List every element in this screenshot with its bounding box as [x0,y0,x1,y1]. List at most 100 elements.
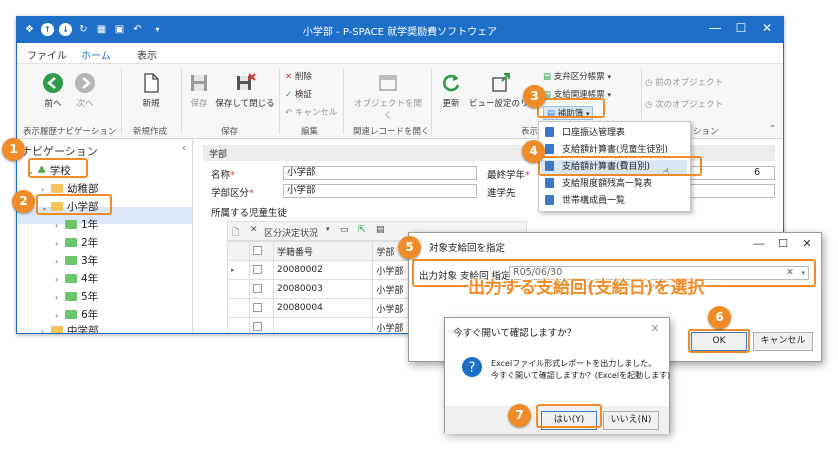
view-reset-icon [492,73,510,92]
row-select-cell[interactable] [248,260,275,280]
table-row[interactable]: 小学部 [227,317,417,333]
tree-item-grade-1[interactable]: › 1年 [55,217,98,233]
report-doc-icon [545,178,554,188]
dialog-maximize-button[interactable]: ☐ [773,237,793,250]
tree-item-grade-3[interactable]: › 3年 [55,253,98,269]
folder-icon [65,256,77,265]
grid-header-student-id[interactable]: 学籍番号 [273,241,374,261]
ribbon-separator [279,68,280,134]
confirm-close-button[interactable]: ✕ [645,322,665,335]
tree-expand-icon[interactable]: › [41,324,51,333]
student-id-cell[interactable]: 20080002 [273,260,374,280]
menu-item-calc-by-student[interactable]: 支給額計算書(児童生徒別) [545,143,668,157]
menu-item-label: 支給額計算書(児童生徒別) [562,145,669,155]
open-object-button[interactable]: オブジェクトを開く [351,72,425,121]
grid-view-icon[interactable]: ▭ [340,225,349,235]
close-button[interactable]: ✕ [755,21,779,35]
chevron-down-icon: ▾ [607,91,611,99]
menu-item-limit-balance[interactable]: 支給限度額残高一覧表 [545,177,652,191]
category-select[interactable]: 小学部 [283,184,477,198]
tree-expand-icon[interactable]: › [55,272,65,288]
required-mark: * [525,170,530,181]
menu-item-account-transfer[interactable]: 口座振込管理表 [545,126,625,140]
tree-expand-icon[interactable]: › [55,308,65,324]
name-input[interactable]: 小学部 [283,166,477,180]
ribbon-collapse-icon[interactable]: ⌃ [769,124,776,134]
table-row[interactable]: 20080003 小学部 [227,279,417,299]
row-select-cell[interactable] [248,317,275,333]
row-checkbox[interactable] [252,283,262,293]
highlight-aux-report [537,98,605,118]
tree-item-grade-4[interactable]: › 4年 [55,271,98,287]
prev-object-button[interactable]: ◷ 前のオブジェクト [645,76,723,88]
next-button[interactable]: 次へ [71,72,99,109]
highlight-ok [688,329,750,353]
verify-label: 検証 [294,90,312,100]
minimize-button[interactable]: ― [703,21,727,35]
save-and-close-button[interactable]: 保存して閉じる [215,72,275,109]
report-category-button[interactable]: ▤ 支弁区分帳票 ▾ [543,70,611,82]
next-school-label: 進学先 [487,188,516,199]
folder-icon [51,184,63,193]
save-button[interactable]: 保存 [185,72,213,109]
back-button[interactable]: 前へ [39,72,67,109]
group-label-object: ション [693,127,719,137]
status-filter-label[interactable]: 区分決定状況 [264,226,318,239]
tree-expand-icon[interactable]: › [55,254,65,270]
dialog-close-button[interactable]: ✕ [797,237,817,250]
group-label-view: 表示 [521,127,539,137]
menu-item-household[interactable]: 世帯構成員一覧 [545,194,625,208]
grid-header-select[interactable] [248,241,275,261]
back-arrow-icon [43,73,63,93]
tree-item-grade-5[interactable]: › 5年 [55,289,98,305]
delete-label: 削除 [294,72,312,82]
tree-item-junior-high[interactable]: › 中学部 [41,323,99,333]
required-mark: * [249,188,254,199]
tree-item-grade-2[interactable]: › 2年 [55,235,98,251]
menu-item-label: 支給限度額残高一覧表 [562,179,653,189]
student-id-cell[interactable] [273,317,374,333]
window-title: 小学部 - P-SPACE 就学奨励費ソフトウェア [302,27,498,38]
save-disk-icon [191,75,207,91]
row-indicator [227,279,250,299]
dialog-minimize-button[interactable]: ― [749,237,769,250]
tree-expand-icon[interactable]: › [55,236,65,252]
delete-row-icon[interactable]: ✕ [250,225,258,235]
next-object-button[interactable]: ◷ 次のオブジェクト [645,98,723,110]
new-button[interactable]: 新規 [137,72,165,109]
save-close-icon [237,73,256,90]
ribbon-separator [121,68,122,134]
row-checkbox[interactable] [252,264,262,274]
row-select-cell[interactable] [248,298,275,318]
no-button[interactable]: いいえ(N) [603,411,659,430]
select-all-checkbox[interactable] [252,245,262,255]
tree-expand-icon[interactable]: › [55,218,65,234]
chevron-down-icon: ▾ [607,73,611,81]
tree-expand-icon[interactable]: › [55,290,65,306]
cancel-edit-button[interactable]: ↶ キャンセル [285,106,337,118]
tab-view[interactable]: 表示 [137,47,157,62]
row-select-cell[interactable] [248,279,275,299]
new-row-icon[interactable]: 🗋 [232,225,239,241]
row-checkbox[interactable] [252,321,262,331]
callout-5: 5 [398,236,421,259]
row-checkbox[interactable] [252,302,262,312]
collapse-pane-icon[interactable]: ‹ [182,143,186,154]
navigation-title: ナビゲーション [21,145,98,158]
chevron-down-icon[interactable]: ▾ [326,225,330,233]
grid-export-icon[interactable]: ⇱ [358,225,366,235]
cancel-button[interactable]: キャンセル [753,332,813,351]
grid-report-icon[interactable]: ▤ [376,225,385,235]
student-id-cell[interactable]: 20080003 [273,279,374,299]
delete-button[interactable]: ✕ 削除 [285,70,312,82]
verify-button[interactable]: ✓ 検証 [285,88,312,100]
tab-file[interactable]: ファイル [27,47,67,62]
table-row[interactable]: 20080004 小学部 [227,298,417,318]
table-row[interactable]: ▸ 20080002 小学部 [227,260,417,280]
refresh-button[interactable]: 更新 [437,72,465,109]
ribbon-separator [181,68,182,134]
prev-circle-icon: ◷ [645,78,653,88]
maximize-button[interactable]: ☐ [729,21,753,35]
tree-item-grade-6[interactable]: › 6年 [55,307,98,323]
student-id-cell[interactable]: 20080004 [273,298,374,318]
